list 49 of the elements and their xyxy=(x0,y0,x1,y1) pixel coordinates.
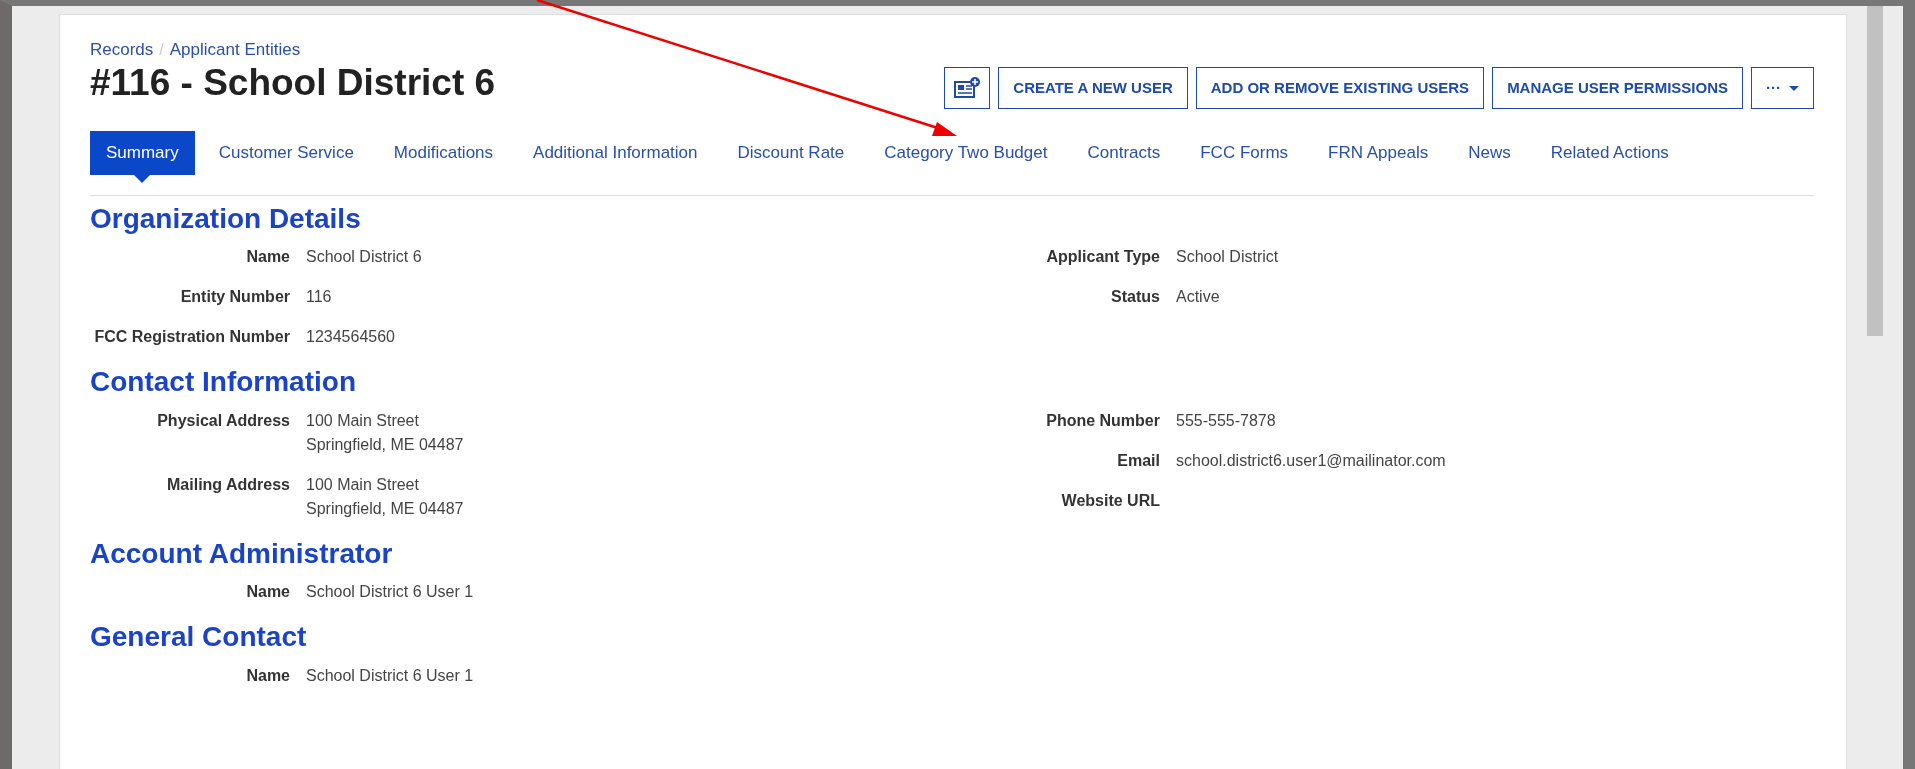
field-label: Status xyxy=(1110,287,1160,308)
field-value: 1234564560 xyxy=(305,327,395,348)
add-newsletter-button[interactable] xyxy=(944,67,991,109)
tab[interactable]: Category Two Budget xyxy=(868,131,1064,175)
breadcrumb-current[interactable]: Applicant Entities xyxy=(169,40,301,59)
page-title: #116 - School District 6 xyxy=(90,62,496,104)
field-value: 116 xyxy=(305,287,332,308)
tab[interactable]: FRN Appeals xyxy=(1312,131,1445,175)
newspaper-add-icon xyxy=(953,76,982,100)
toolbar-button[interactable]: CREATE A NEW USER xyxy=(998,67,1188,109)
field-label: Website URL xyxy=(1060,490,1160,511)
scrollbar-thumb[interactable] xyxy=(1867,6,1883,336)
field-value: 100 Main Street Springfield, ME 04487 xyxy=(305,410,464,455)
field-label: Email xyxy=(1116,450,1160,471)
field-value: 100 Main Street Springfield, ME 04487 xyxy=(305,474,464,519)
field-label: Name xyxy=(245,247,290,268)
section-heading: General Contact xyxy=(90,620,308,654)
field-label: Entity Number xyxy=(179,287,290,308)
field-value: School District xyxy=(1175,247,1279,268)
tab[interactable]: Customer Service xyxy=(202,131,370,175)
field-label: Physical Address xyxy=(156,410,290,431)
toolbar-button[interactable]: ADD OR REMOVE EXISTING USERS xyxy=(1195,67,1485,109)
section-heading: Account Administrator xyxy=(90,536,394,571)
field-label: Name xyxy=(245,665,290,686)
field-value: School District 6 User 1 xyxy=(305,665,474,686)
tab[interactable]: Related Actions xyxy=(1534,131,1685,175)
breadcrumb-link[interactable]: Records xyxy=(90,40,154,59)
tab[interactable]: Contracts xyxy=(1071,131,1177,175)
breadcrumb-separator: / xyxy=(159,41,164,58)
tab[interactable]: News xyxy=(1452,131,1527,175)
toolbar-button[interactable]: MANAGE USER PERMISSIONS xyxy=(1492,67,1743,109)
field-label: FCC Registration Number xyxy=(93,327,290,348)
field-value: School District 6 User 1 xyxy=(305,582,474,603)
field-label: Mailing Address xyxy=(166,474,290,495)
section-heading: Organization Details xyxy=(90,201,362,236)
field-value: Active xyxy=(1175,287,1220,308)
tab[interactable]: Modifications xyxy=(377,131,510,175)
section-heading: Contact Information xyxy=(90,365,357,399)
field-label: Phone Number xyxy=(1045,410,1160,431)
field-label: Name xyxy=(245,582,290,603)
tab[interactable]: Additional Information xyxy=(517,131,714,175)
field-value: school.district6.user1@mailinator.com xyxy=(1175,450,1446,471)
field-label: Applicant Type xyxy=(1045,247,1160,268)
tab[interactable]: FCC Forms xyxy=(1184,131,1305,175)
more-menu-button[interactable]: ··· xyxy=(1751,67,1814,109)
field-value: School District 6 xyxy=(305,247,422,268)
tab[interactable]: Discount Rate xyxy=(721,131,861,175)
field-value: 555-555-7878 xyxy=(1175,410,1276,431)
tab-pointer xyxy=(134,174,151,183)
